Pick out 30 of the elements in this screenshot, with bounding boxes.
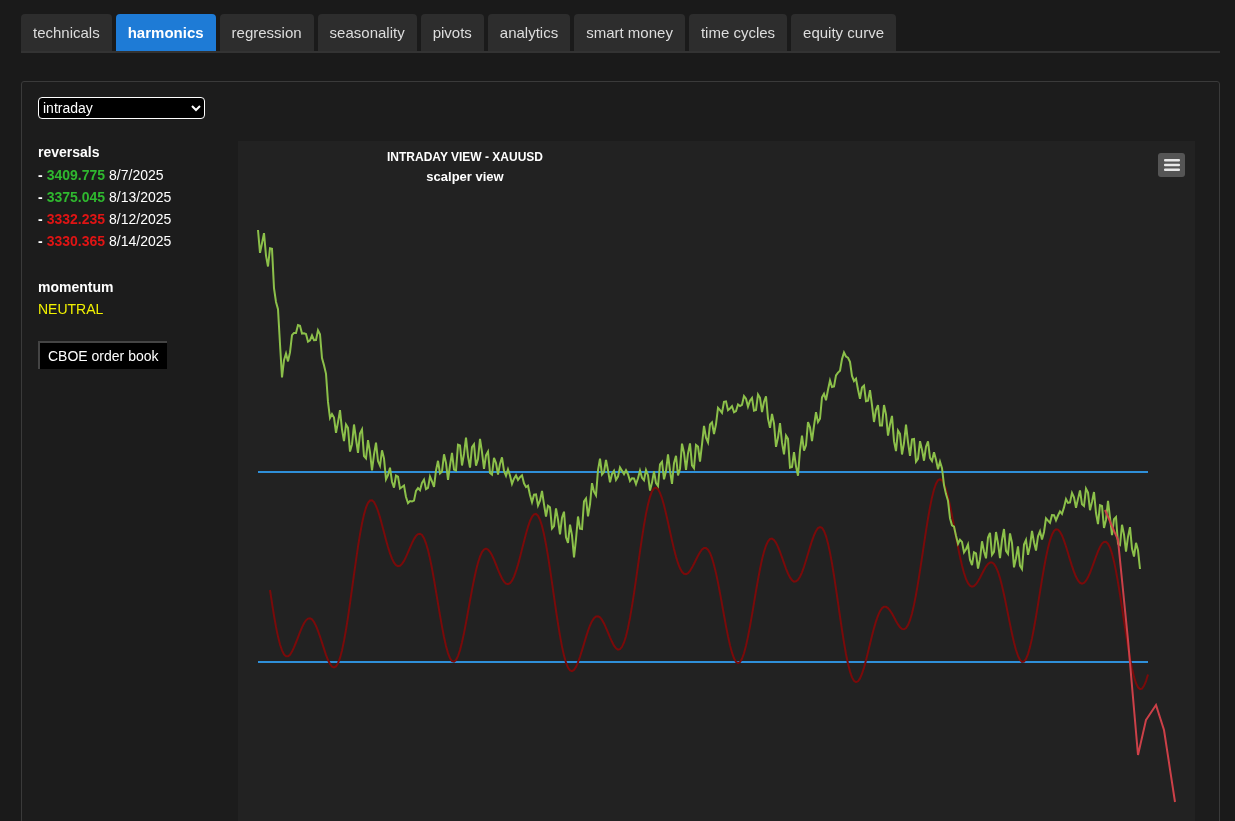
reversal-date: 8/7/2025 bbox=[109, 166, 164, 185]
momentum-value: NEUTRAL bbox=[38, 301, 104, 317]
menu-button[interactable] bbox=[1158, 153, 1185, 177]
reversal-date: 8/12/2025 bbox=[109, 210, 172, 229]
tab[interactable]: seasonality bbox=[317, 14, 417, 51]
tab[interactable]: technicals bbox=[21, 14, 112, 51]
section-heading: reversals bbox=[38, 144, 100, 160]
tab[interactable]: pivots bbox=[420, 14, 484, 51]
reversal-date: 8/14/2025 bbox=[109, 232, 172, 251]
tab[interactable]: analytics bbox=[487, 14, 571, 51]
order-book-button[interactable]: CBOE order book bbox=[38, 341, 167, 369]
tab[interactable]: harmonics bbox=[115, 14, 216, 51]
list-dash: - bbox=[38, 166, 43, 185]
list-dash: - bbox=[38, 210, 43, 229]
tab[interactable]: smart money bbox=[574, 14, 685, 51]
reversal-price: 3330.365 bbox=[46, 232, 106, 251]
chart-title: INTRADAY VIEW - XAUUSD bbox=[386, 150, 544, 164]
chart-subtitle: scalper view bbox=[425, 169, 505, 184]
timeframe-select[interactable]: intraday bbox=[38, 97, 205, 119]
reversal-date: 8/13/2025 bbox=[109, 188, 172, 207]
reversal-price: 3375.045 bbox=[46, 188, 106, 207]
list-dash: - bbox=[38, 232, 43, 251]
tab[interactable]: equity curve bbox=[791, 14, 896, 51]
reversal-price: 3332.235 bbox=[46, 210, 106, 229]
menu-icon bbox=[1163, 159, 1180, 171]
tab[interactable]: time cycles bbox=[688, 14, 788, 51]
reversal-price: 3409.775 bbox=[46, 166, 106, 185]
tab[interactable]: regression bbox=[219, 14, 314, 51]
section-heading: momentum bbox=[38, 279, 114, 295]
list-dash: - bbox=[38, 188, 43, 207]
